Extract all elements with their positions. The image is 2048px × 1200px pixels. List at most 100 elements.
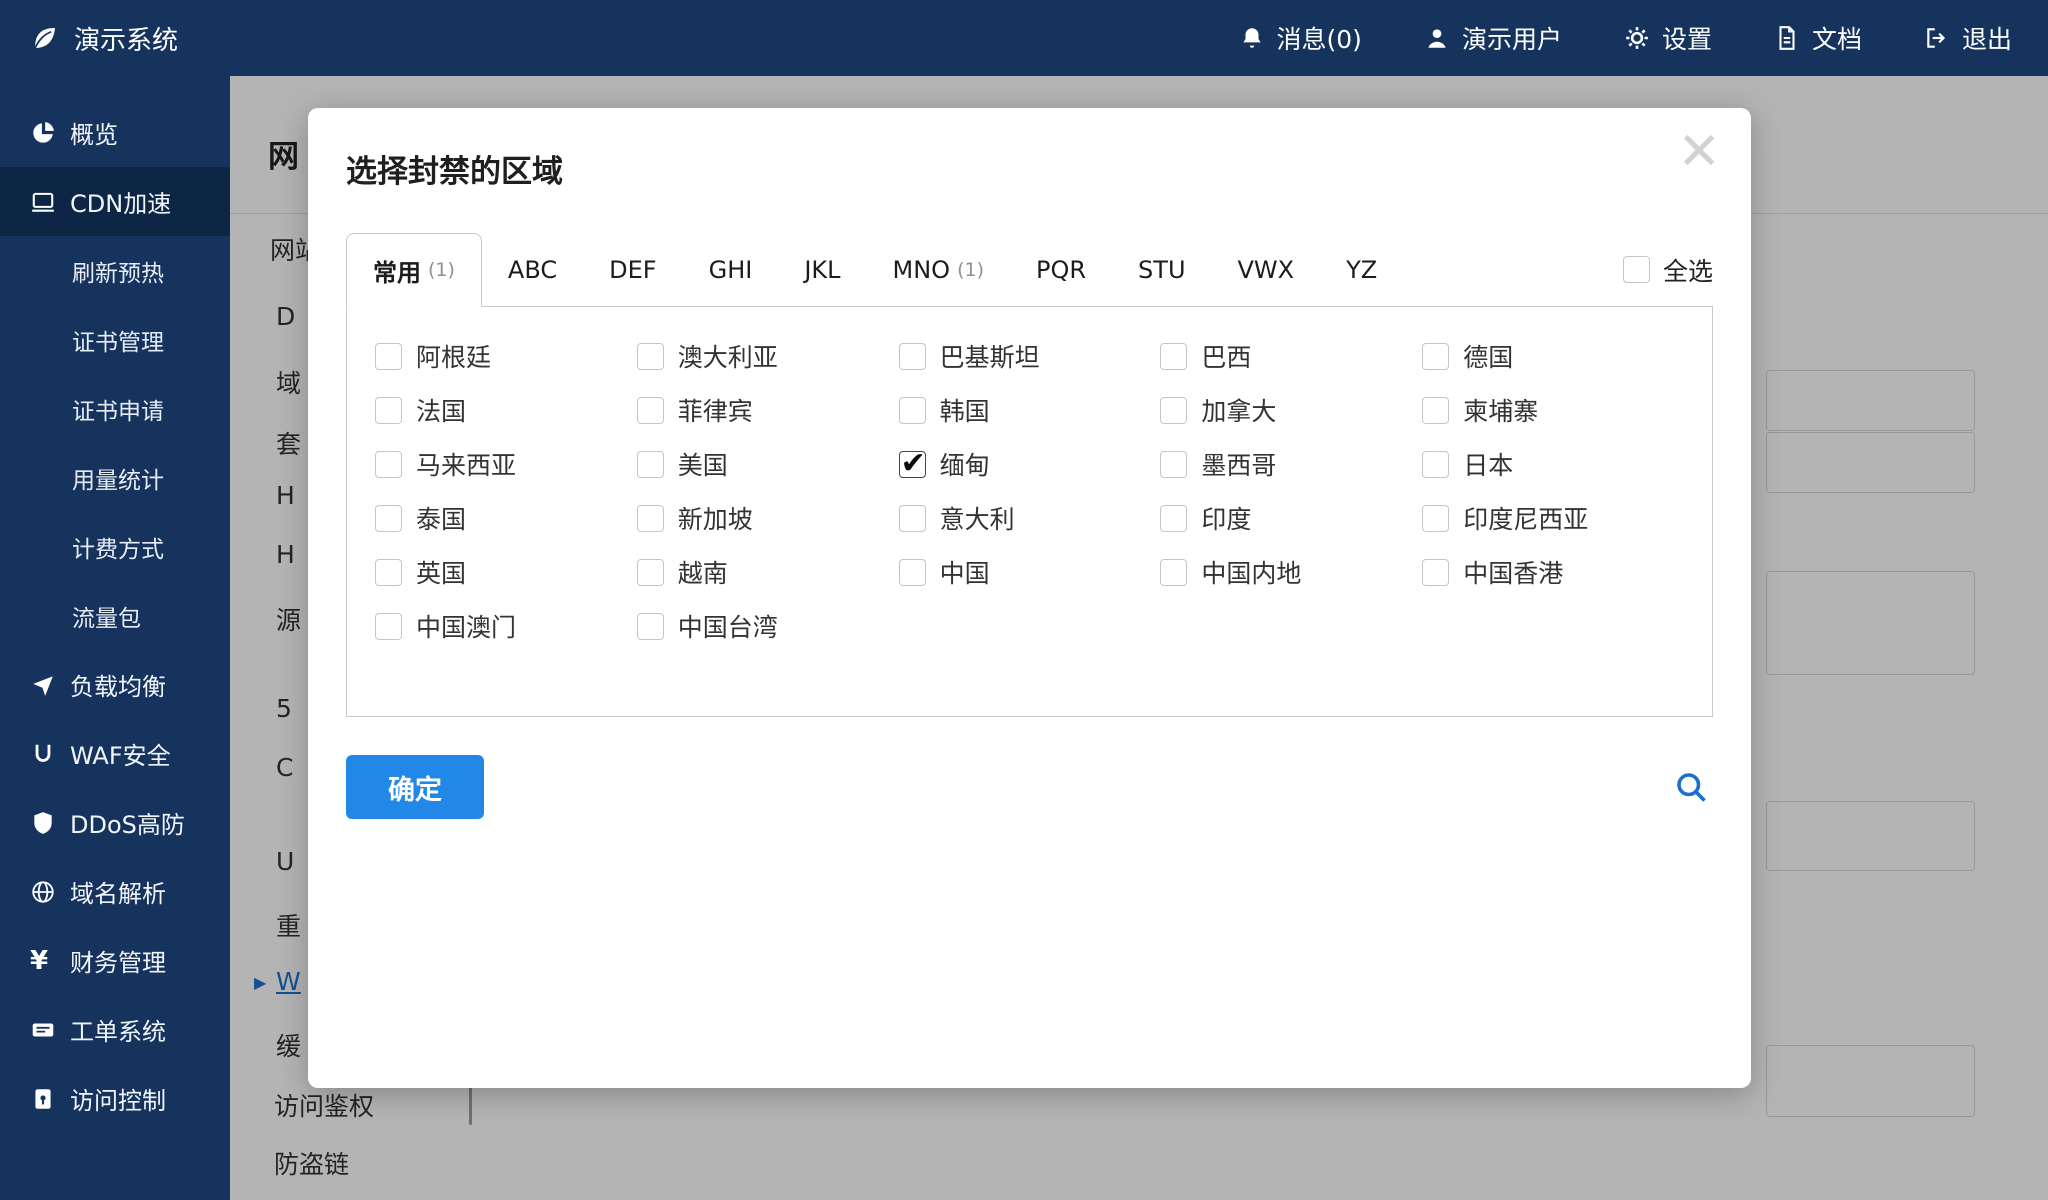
- sidebar-item-overview[interactable]: 概览: [0, 98, 230, 167]
- checkbox-icon: [1160, 505, 1187, 532]
- region-checkbox[interactable]: 巴基斯坦: [899, 329, 1161, 383]
- messages-button[interactable]: 消息(0): [1239, 20, 1362, 56]
- region-checkbox[interactable]: 巴西: [1160, 329, 1422, 383]
- checkbox-icon: [1422, 505, 1449, 532]
- region-checkbox[interactable]: 日本: [1422, 437, 1684, 491]
- brand-label: 演示系统: [74, 20, 178, 57]
- sidebar-item-finance[interactable]: ¥ 财务管理: [0, 926, 230, 995]
- region-checkbox[interactable]: 中国内地: [1160, 545, 1422, 599]
- region-label: 印度尼西亚: [1463, 500, 1588, 536]
- region-checkbox[interactable]: 柬埔寨: [1422, 383, 1684, 437]
- tab-yz[interactable]: YZ: [1320, 233, 1403, 306]
- region-checkbox[interactable]: 越南: [637, 545, 899, 599]
- sidebar-item-label: 负载均衡: [70, 667, 166, 702]
- region-checkbox[interactable]: 中国: [899, 545, 1161, 599]
- sidebar-item-label: 流量包: [72, 599, 141, 633]
- region-checkbox[interactable]: 中国台湾: [637, 599, 899, 653]
- ticket-icon: [30, 1017, 70, 1043]
- checkbox-icon: [1422, 397, 1449, 424]
- messages-label: 消息(0): [1277, 20, 1362, 56]
- sidebar-item-cert-management[interactable]: 证书管理: [0, 305, 230, 374]
- region-checkbox[interactable]: 英国: [375, 545, 637, 599]
- sidebar-item-refresh-preheat[interactable]: 刷新预热: [0, 236, 230, 305]
- tab-jkl[interactable]: JKL: [778, 233, 866, 306]
- checkbox-icon: [1160, 397, 1187, 424]
- logout-button[interactable]: 退出: [1924, 20, 2012, 56]
- sidebar-item-billing[interactable]: 计费方式: [0, 512, 230, 581]
- region-checkbox[interactable]: 马来西亚: [375, 437, 637, 491]
- tab-ghi[interactable]: GHI: [683, 233, 779, 306]
- tab-abc[interactable]: ABC: [482, 233, 583, 306]
- sidebar-item-cert-apply[interactable]: 证书申请: [0, 374, 230, 443]
- region-checkbox[interactable]: 意大利: [899, 491, 1161, 545]
- paper-plane-icon: [30, 672, 70, 698]
- region-checkbox[interactable]: 阿根廷: [375, 329, 637, 383]
- region-label: 中国香港: [1463, 554, 1563, 590]
- sidebar-item-label: 财务管理: [70, 943, 166, 978]
- region-checkbox[interactable]: 法国: [375, 383, 637, 437]
- region-checkbox[interactable]: 美国: [637, 437, 899, 491]
- region-label: 印度: [1201, 500, 1251, 536]
- sidebar-item-waf[interactable]: WAF安全: [0, 719, 230, 788]
- sidebar-item-label: 访问控制: [70, 1081, 166, 1116]
- region-checkbox[interactable]: 中国澳门: [375, 599, 637, 653]
- tab-pqr[interactable]: PQR: [1010, 233, 1112, 306]
- region-checkbox[interactable]: 澳大利亚: [637, 329, 899, 383]
- tab-mno[interactable]: MNO (1): [867, 233, 1010, 306]
- region-label: 巴西: [1201, 338, 1251, 374]
- region-checkbox[interactable]: 菲律宾: [637, 383, 899, 437]
- sidebar-item-dns[interactable]: 域名解析: [0, 857, 230, 926]
- region-checkbox-checked[interactable]: 缅甸: [899, 437, 1161, 491]
- regions-grid: 阿根廷 澳大利亚 巴基斯坦 巴西 德国 法国 菲律宾 韩国 加拿大 柬埔寨 马来…: [375, 329, 1684, 653]
- sidebar-item-cdn[interactable]: CDN加速: [0, 167, 230, 236]
- region-checkbox[interactable]: 加拿大: [1160, 383, 1422, 437]
- tab-label: STU: [1138, 256, 1185, 284]
- select-all-checkbox[interactable]: 全选: [1623, 252, 1713, 288]
- region-checkbox[interactable]: 印度尼西亚: [1422, 491, 1684, 545]
- sidebar-item-traffic-pack[interactable]: 流量包: [0, 581, 230, 650]
- region-label: 中国台湾: [678, 608, 778, 644]
- region-label: 菲律宾: [678, 392, 753, 428]
- sidebar-item-ddos[interactable]: DDoS高防: [0, 788, 230, 857]
- region-checkbox[interactable]: 韩国: [899, 383, 1161, 437]
- checkbox-icon: [1623, 256, 1650, 283]
- close-icon[interactable]: ✕: [1677, 126, 1721, 178]
- region-label: 中国内地: [1201, 554, 1301, 590]
- settings-button[interactable]: 设置: [1624, 20, 1712, 56]
- tab-stu[interactable]: STU: [1112, 233, 1211, 306]
- checkbox-icon: [1160, 343, 1187, 370]
- tab-vwx[interactable]: VWX: [1212, 233, 1321, 306]
- region-label: 英国: [416, 554, 466, 590]
- logout-icon: [1924, 25, 1950, 51]
- sidebar-item-tickets[interactable]: 工单系统: [0, 995, 230, 1064]
- sidebar-item-access-control[interactable]: 访问控制: [0, 1064, 230, 1133]
- region-label: 泰国: [416, 500, 466, 536]
- sidebar-item-load-balancer[interactable]: 负载均衡: [0, 650, 230, 719]
- docs-button[interactable]: 文档: [1774, 20, 1862, 56]
- checkbox-icon: [899, 505, 926, 532]
- region-checkbox[interactable]: 墨西哥: [1160, 437, 1422, 491]
- settings-label: 设置: [1662, 20, 1712, 56]
- brand[interactable]: 演示系统: [0, 20, 178, 57]
- tab-def[interactable]: DEF: [583, 233, 682, 306]
- region-label: 加拿大: [1201, 392, 1276, 428]
- tab-label: PQR: [1036, 256, 1086, 284]
- access-icon: [30, 1086, 70, 1112]
- region-label: 法国: [416, 392, 466, 428]
- region-checkbox[interactable]: 中国香港: [1422, 545, 1684, 599]
- region-checkbox[interactable]: 德国: [1422, 329, 1684, 383]
- region-checkbox[interactable]: 泰国: [375, 491, 637, 545]
- region-label: 马来西亚: [416, 446, 516, 482]
- regions-panel: 阿根廷 澳大利亚 巴基斯坦 巴西 德国 法国 菲律宾 韩国 加拿大 柬埔寨 马来…: [346, 306, 1713, 717]
- confirm-button[interactable]: 确定: [346, 755, 484, 819]
- tab-common[interactable]: 常用 (1): [346, 233, 482, 307]
- region-label: 韩国: [940, 392, 990, 428]
- document-icon: [1774, 25, 1800, 51]
- region-checkbox[interactable]: 新加坡: [637, 491, 899, 545]
- sidebar-item-usage-stats[interactable]: 用量统计: [0, 443, 230, 512]
- search-icon[interactable]: [1673, 769, 1709, 805]
- select-all-label: 全选: [1663, 252, 1713, 288]
- cdn-monitor-icon: [30, 189, 70, 215]
- user-menu-button[interactable]: 演示用户: [1424, 20, 1562, 56]
- region-checkbox[interactable]: 印度: [1160, 491, 1422, 545]
